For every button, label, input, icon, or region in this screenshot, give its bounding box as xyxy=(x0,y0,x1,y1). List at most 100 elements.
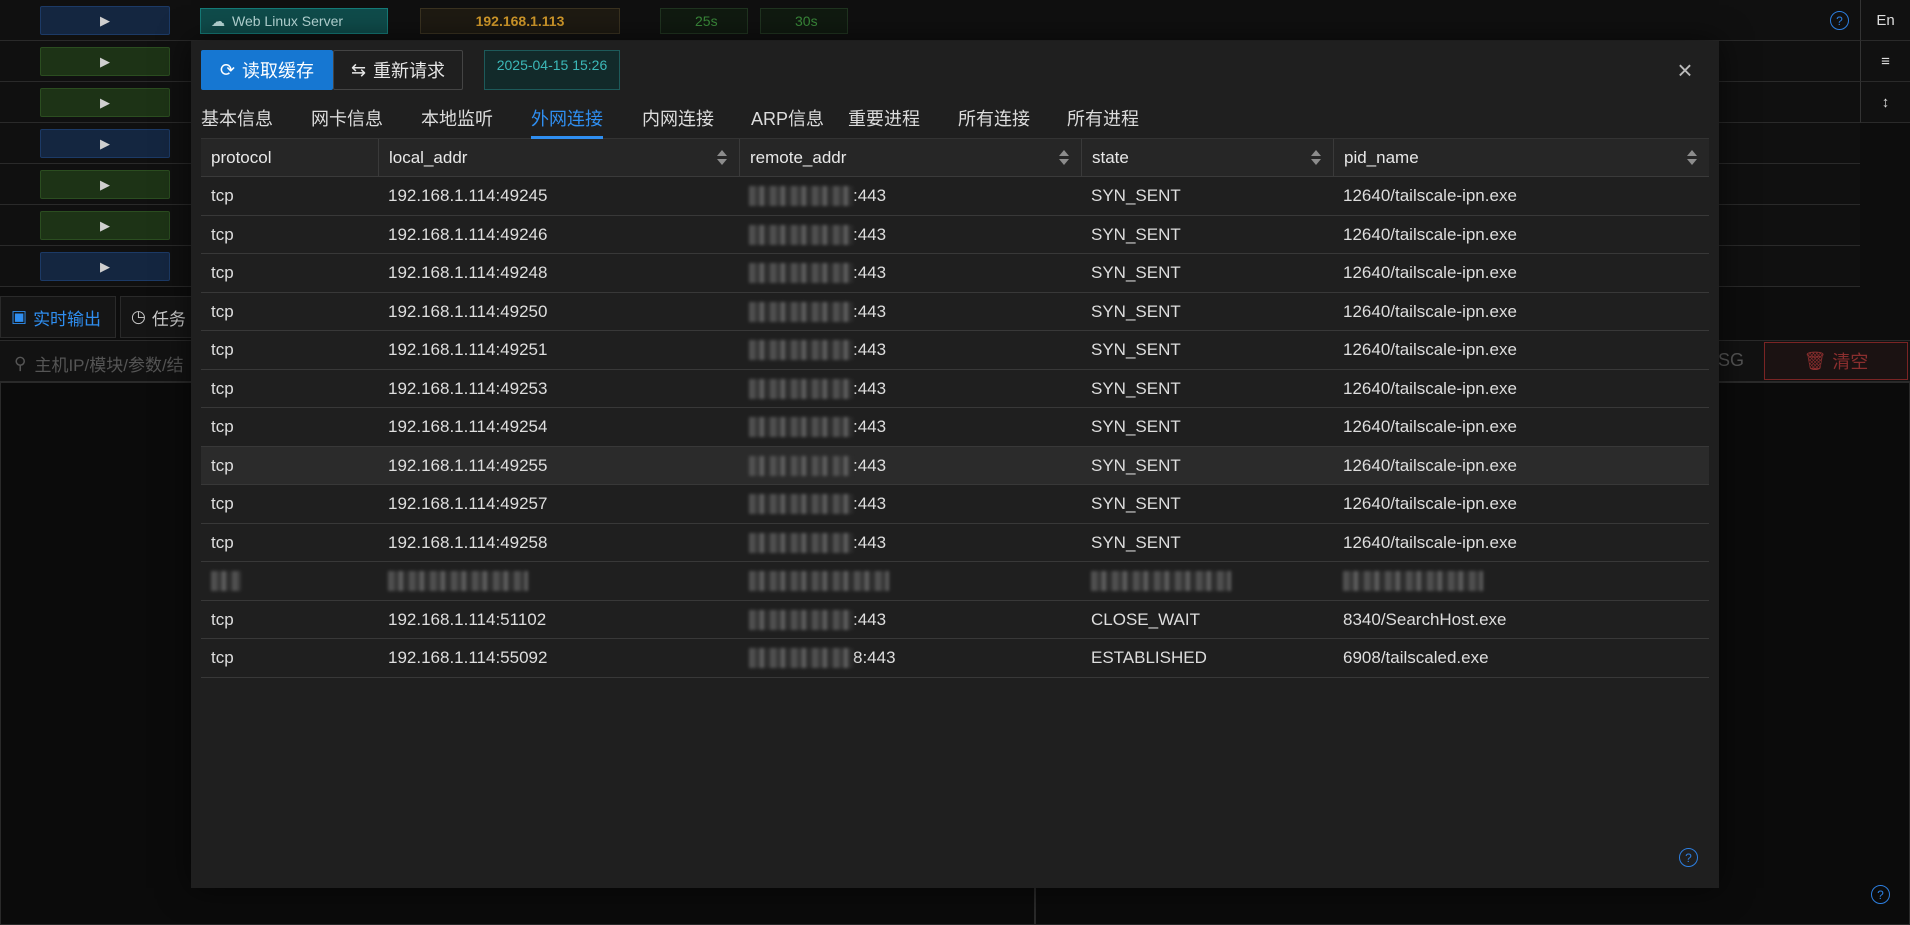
redacted-blur xyxy=(749,455,853,476)
align-icon[interactable]: ≡ xyxy=(1860,41,1910,82)
table-row[interactable]: tcp 192.168.1.114:49246:443 SYN_SENT 12640/… xyxy=(201,216,1709,254)
column-header-state[interactable]: state xyxy=(1081,139,1333,177)
play-icon: ▶ xyxy=(100,53,110,69)
tab-all-processes[interactable]: 所有进程 xyxy=(1067,97,1139,139)
button-label: 读取缓存 xyxy=(242,61,315,81)
read-cache-button[interactable]: ⟳ 读取缓存 xyxy=(201,50,333,90)
cell-local-addr: 192.168.1.114:49246 xyxy=(388,224,548,244)
cell-protocol: tcp xyxy=(211,417,234,436)
column-header-local-addr[interactable]: local_addr xyxy=(378,139,739,177)
table-row[interactable]: tcp 192.168.1.114:49254:443 SYN_SENT 12640/… xyxy=(201,408,1709,447)
remote-port: :443 xyxy=(853,417,887,436)
cell-pid-name: 12640/tailscale-ipn.exe xyxy=(1343,263,1517,282)
table-row[interactable]: tcp 192.168.1.114:49250:443 SYN_SENT 12640/… xyxy=(201,293,1709,331)
tab-internal-connections[interactable]: 内网连接 xyxy=(642,97,714,139)
play-button[interactable]: ▶ xyxy=(40,211,170,240)
cell-pid-name: 12640/tailscale-ipn.exe xyxy=(1343,494,1517,513)
re-request-button[interactable]: ⇆ 重新请求 xyxy=(333,50,463,90)
table-row[interactable]: tcp 192.168.1.114:49255:443 SYN_SENT 12640/… xyxy=(201,446,1709,485)
play-icon: ▶ xyxy=(100,135,110,151)
play-button[interactable]: ▶ xyxy=(40,170,170,199)
column-header-pid-name[interactable]: pid_name xyxy=(1333,139,1709,177)
close-icon[interactable]: × xyxy=(1674,57,1696,83)
remote-port: :443 xyxy=(853,494,887,513)
tab-external-connections[interactable]: 外网连接 xyxy=(531,97,603,139)
clear-button[interactable]: 🗑 清空 xyxy=(1764,342,1908,380)
tab-arp-info[interactable]: ARP信息 xyxy=(751,97,824,139)
cell-pid-name: 12640/tailscale-ipn.exe xyxy=(1343,186,1517,205)
cell-remote-addr: 8:443 xyxy=(739,639,1081,677)
redacted-blur xyxy=(749,417,853,437)
play-button[interactable]: ▶ xyxy=(40,129,170,158)
cell-remote-addr: :443 xyxy=(739,177,1081,215)
cell-pid-name: 12640/tailscale-ipn.exe xyxy=(1343,378,1517,398)
table-row[interactable]: tcp 192.168.1.114:49248:443 SYN_SENT 12640/… xyxy=(201,254,1709,293)
cell-remote-addr: :443 xyxy=(739,370,1081,408)
redacted-blur xyxy=(749,301,853,322)
cell-state: SYN_SENT xyxy=(1091,263,1181,282)
swap-icon: ⇆ xyxy=(350,59,367,80)
play-button[interactable]: ▶ xyxy=(40,47,170,76)
play-button[interactable]: ▶ xyxy=(40,6,170,35)
redacted-blur xyxy=(749,609,853,630)
remote-port: :443 xyxy=(853,224,887,244)
help-icon[interactable]: ? xyxy=(1871,885,1890,904)
host-row: ▶ ☁ Web Linux Server 192.168.1.113 25s 30… xyxy=(0,0,1860,41)
remote-port: 8:443 xyxy=(853,648,896,667)
redacted-blur xyxy=(1343,571,1483,591)
cell-local-addr xyxy=(378,562,739,600)
play-icon: ▶ xyxy=(100,258,110,274)
tab-label: 实时输出 xyxy=(33,309,102,329)
table-row[interactable]: tcp 192.168.1.114:49245:443 SYN_SENT 12640/… xyxy=(201,177,1709,216)
play-icon: ▶ xyxy=(100,12,110,28)
search-placeholder: 主机IP/模块/参数/结 xyxy=(34,356,184,375)
cell-pid-name: 8340/SearchHost.exe xyxy=(1343,609,1507,629)
table-row[interactable]: tcp 192.168.1.114:55092 8:443 ESTABLISHED 69… xyxy=(201,639,1709,678)
help-icon[interactable]: ? xyxy=(1679,848,1698,867)
redacted-blur xyxy=(749,648,853,668)
tab-local-listen[interactable]: 本地监听 xyxy=(421,97,493,139)
sort-icon[interactable] xyxy=(717,150,727,166)
cell-remote-addr: :443 xyxy=(739,601,1081,639)
sort-icon[interactable] xyxy=(1311,150,1321,166)
redacted-blur xyxy=(749,340,853,360)
tab-realtime-output[interactable]: ▣ 实时输出 xyxy=(0,296,116,338)
cell-local-addr: 192.168.1.114:49250 xyxy=(388,301,548,321)
sort-icon[interactable] xyxy=(1059,150,1069,166)
redacted-blur xyxy=(749,224,853,245)
tab-all-connections[interactable]: 所有连接 xyxy=(958,97,1030,139)
remote-port: :443 xyxy=(853,532,887,552)
play-button[interactable]: ▶ xyxy=(40,252,170,281)
table-row[interactable]: tcp 192.168.1.114:49258:443 SYN_SENT 12640/… xyxy=(201,524,1709,562)
remote-port: :443 xyxy=(853,340,887,359)
cell-remote-addr: :443 xyxy=(739,447,1081,485)
table-row[interactable]: tcp 192.168.1.114:49253:443 SYN_SENT 12640/… xyxy=(201,370,1709,408)
cell-protocol: tcp xyxy=(211,609,234,629)
split-icon[interactable]: ↕ xyxy=(1860,82,1910,123)
lang-button[interactable]: En xyxy=(1860,0,1910,41)
table-row[interactable]: tcp 192.168.1.114:49257:443 SYN_SENT 12640/… xyxy=(201,485,1709,524)
table-body: tcp 192.168.1.114:49245 :443 SYN_SENT 12640/… xyxy=(201,177,1709,678)
play-button[interactable]: ▶ xyxy=(40,88,170,117)
redacted-blur xyxy=(1091,571,1231,591)
tab-basic-info[interactable]: 基本信息 xyxy=(201,97,273,139)
table-row[interactable]: tcp 192.168.1.114:49251:443 SYN_SENT 12640/… xyxy=(201,331,1709,370)
table-row[interactable]: tcp 192.168.1.114:51102:443 CLOSE_WAIT 8340… xyxy=(201,601,1709,639)
remote-port: :443 xyxy=(853,609,887,629)
cell-local-addr: 192.168.1.114:49257 xyxy=(388,494,548,513)
cell-local-addr: 192.168.1.114:49255 xyxy=(388,455,548,475)
tab-tasks[interactable]: ◷ 任务 xyxy=(120,296,200,338)
help-icon[interactable]: ? xyxy=(1830,11,1849,30)
table-row[interactable] xyxy=(201,562,1709,601)
cloud-icon: ☁ xyxy=(211,12,225,29)
tab-nic-info[interactable]: 网卡信息 xyxy=(311,97,383,139)
tab-important-processes[interactable]: 重要进程 xyxy=(848,97,920,139)
sort-icon[interactable] xyxy=(1687,150,1697,166)
tab-label: 任务 xyxy=(151,309,186,329)
header-label: state xyxy=(1092,148,1129,167)
cell-remote-addr: :443 xyxy=(739,293,1081,331)
cell-pid-name: 12640/tailscale-ipn.exe xyxy=(1343,301,1517,321)
column-header-remote-addr[interactable]: remote_addr xyxy=(739,139,1081,177)
cell-local-addr: 192.168.1.114:49245 xyxy=(388,186,548,205)
cell-state: SYN_SENT xyxy=(1091,455,1181,475)
